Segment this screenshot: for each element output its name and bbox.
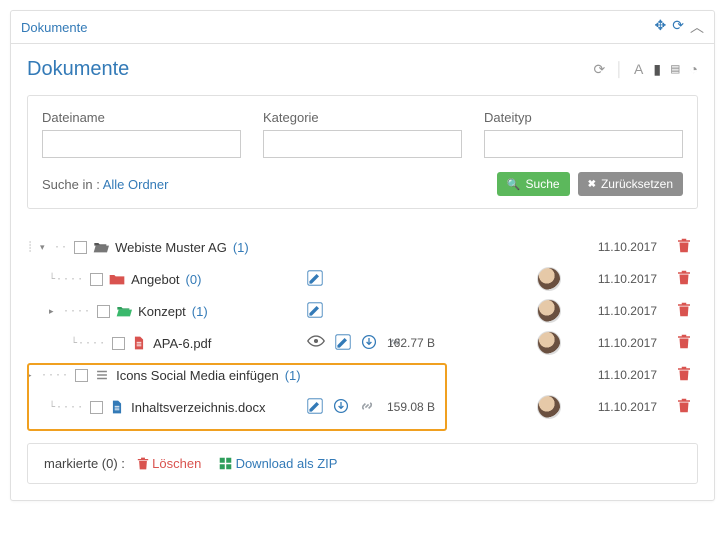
row-checkbox[interactable] xyxy=(112,337,125,350)
folder-red-icon xyxy=(109,272,125,286)
collapse-icon[interactable]: ▾ xyxy=(40,242,48,253)
edit-icon[interactable] xyxy=(335,334,351,353)
font-icon[interactable]: A xyxy=(634,61,643,78)
bulk-download-zip-link[interactable]: Download als ZIP xyxy=(219,456,338,471)
refresh-icon[interactable]: ⟳ xyxy=(672,17,684,37)
tree-row-folder[interactable]: ▸···· Konzept (1) 11.10.2017 xyxy=(27,295,698,327)
row-size: 162.77 B xyxy=(387,336,537,350)
avatar[interactable] xyxy=(537,299,561,323)
search-icon: 🔍 xyxy=(507,178,521,191)
row-date: 11.10.2017 xyxy=(583,400,663,414)
row-checkbox[interactable] xyxy=(75,369,88,382)
delete-icon[interactable] xyxy=(663,238,691,256)
expand-icon[interactable]: ▸ xyxy=(49,306,57,317)
expand-icon[interactable]: ▸ xyxy=(27,370,35,381)
row-checkbox[interactable] xyxy=(90,401,103,414)
row-date: 11.10.2017 xyxy=(583,368,663,382)
file-red-icon xyxy=(131,336,147,350)
tree-row-task[interactable]: ▸···· Icons Social Media einfügen (1) 11… xyxy=(27,359,698,391)
filename-input[interactable] xyxy=(42,130,241,158)
edit-icon[interactable] xyxy=(307,270,323,289)
search-button[interactable]: 🔍Suche xyxy=(497,172,570,196)
category-input[interactable] xyxy=(263,130,462,158)
preview-icon[interactable] xyxy=(307,334,325,353)
delete-icon[interactable] xyxy=(663,366,691,384)
tree-row-file[interactable]: └···· APA-6.pdf 162.77 B 11.10.2017 xyxy=(27,327,698,359)
download-icon[interactable] xyxy=(361,334,377,353)
search-in-text: Suche in : Alle Ordner xyxy=(42,177,489,192)
page-icon[interactable]: ▮ xyxy=(653,61,661,78)
link-icon[interactable] xyxy=(359,398,375,417)
folder-open-icon xyxy=(93,240,109,254)
row-checkbox[interactable] xyxy=(90,273,103,286)
bulk-actions-bar: markierte (0) : Löschen Download als ZIP xyxy=(27,443,698,484)
edit-icon[interactable] xyxy=(307,302,323,321)
avatar[interactable] xyxy=(537,395,561,419)
row-checkbox[interactable] xyxy=(97,305,110,318)
chevron-up-icon[interactable]: ︿ xyxy=(690,17,704,37)
row-date: 11.10.2017 xyxy=(583,304,663,318)
list-icon xyxy=(94,368,110,382)
folder-green-icon xyxy=(116,304,132,318)
page-title: Dokumente xyxy=(27,58,594,81)
file-blue-icon xyxy=(109,400,125,414)
panel-header: Dokumente ✥ ⟳ ︿ xyxy=(11,11,714,44)
delete-icon[interactable] xyxy=(663,302,691,320)
avatar[interactable] xyxy=(537,331,561,355)
search-panel: Dateiname Kategorie Dateityp Suche in : … xyxy=(27,95,698,209)
title-toolbar: ⟳ │ A ▮ ▤ ◔ xyxy=(594,61,698,78)
row-date: 11.10.2017 xyxy=(583,240,663,254)
tree-row-file[interactable]: └···· Inhaltsverzeichnis.docx 159.08 B 1… xyxy=(27,391,698,423)
edit-icon[interactable] xyxy=(307,398,323,417)
filetype-input[interactable] xyxy=(484,130,683,158)
tree-row-root[interactable]: ┊▾·· Webiste Muster AG (1) 11.10.2017 xyxy=(27,231,698,263)
list-icon[interactable]: ▤ xyxy=(671,61,679,78)
refresh-icon-small[interactable]: ⟳ xyxy=(594,61,606,78)
search-in-link[interactable]: Alle Ordner xyxy=(103,177,169,192)
documents-panel: Dokumente ✥ ⟳ ︿ Dokumente ⟳ │ A ▮ ▤ ◔ Da… xyxy=(10,10,715,501)
document-tree: ┊▾·· Webiste Muster AG (1) 11.10.2017 └·… xyxy=(27,227,698,427)
category-label: Kategorie xyxy=(263,110,462,125)
marked-count: markierte (0) : xyxy=(44,456,125,471)
avatar[interactable] xyxy=(537,267,561,291)
delete-icon[interactable] xyxy=(663,398,691,416)
row-date: 11.10.2017 xyxy=(583,336,663,350)
panel-title[interactable]: Dokumente xyxy=(21,20,655,35)
move-icon[interactable]: ✥ xyxy=(655,17,667,37)
row-date: 11.10.2017 xyxy=(583,272,663,286)
filetype-label: Dateityp xyxy=(484,110,683,125)
tree-row-folder[interactable]: └···· Angebot (0) 11.10.2017 xyxy=(27,263,698,295)
reset-button[interactable]: ✖Zurücksetzen xyxy=(578,172,683,196)
delete-icon[interactable] xyxy=(663,270,691,288)
download-icon[interactable] xyxy=(333,398,349,417)
filename-label: Dateiname xyxy=(42,110,241,125)
delete-icon[interactable] xyxy=(663,334,691,352)
clock-icon[interactable]: ◔ xyxy=(690,61,698,78)
bulk-delete-link[interactable]: Löschen xyxy=(137,456,202,471)
close-icon: ✖ xyxy=(588,179,596,190)
row-size: 159.08 B xyxy=(387,400,537,414)
row-checkbox[interactable] xyxy=(74,241,87,254)
toolbar-divider: │ xyxy=(615,61,624,78)
